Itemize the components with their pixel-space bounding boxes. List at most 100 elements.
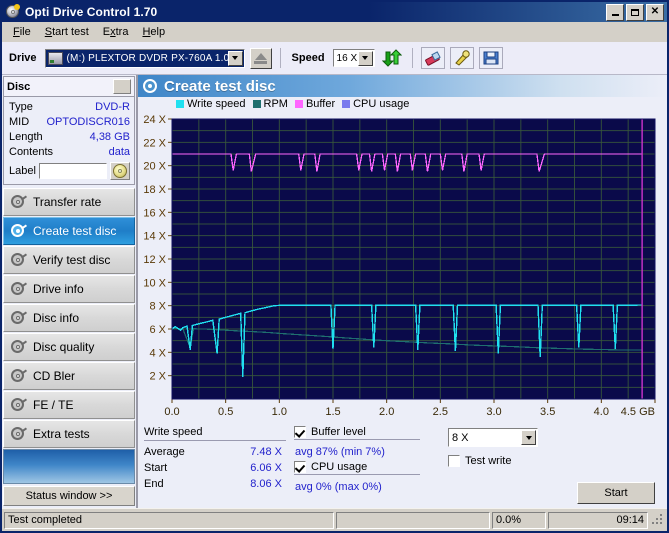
- buffer-level-checkbox-row[interactable]: Buffer level: [294, 426, 426, 438]
- minimize-button[interactable]: [606, 3, 624, 21]
- chart-container: 2 X 4 X 6 X 8 X 10 X 12 X 14 X 16 X 18 X 20 X 22 X…: [138, 111, 667, 424]
- start-button[interactable]: Start: [577, 482, 655, 504]
- result-key: End: [144, 478, 164, 490]
- disc-label-browse-button[interactable]: [110, 162, 130, 180]
- test-write-checkbox[interactable]: [448, 455, 460, 467]
- sidebar-item-label: Transfer rate: [33, 195, 102, 209]
- test-write-checkbox-row[interactable]: Test write: [448, 455, 661, 467]
- close-button[interactable]: ✕: [646, 3, 664, 21]
- cpu-usage-label: CPU usage: [311, 461, 368, 473]
- disc-label-caption: Label: [9, 165, 36, 177]
- buffer-cpu-results: Buffer level avg 87% (min 7%) CPU usage …: [292, 426, 426, 508]
- main-header: Create test disc: [138, 75, 667, 97]
- sidebar-item-extra-tests[interactable]: Extra tests: [3, 420, 135, 448]
- disc-icon: [10, 397, 28, 413]
- disc-row-type: Type DVD-R: [9, 100, 130, 115]
- tools-button[interactable]: [449, 47, 474, 69]
- result-row-end: End 8.06 X: [144, 476, 292, 492]
- write-speed-chart: 2 X 4 X 6 X 8 X 10 X 12 X 14 X 16 X 18 X 20 X 22 X…: [143, 114, 656, 418]
- refresh-icon: [381, 49, 402, 67]
- sidebar-item-fe-te[interactable]: FE / TE: [3, 391, 135, 419]
- write-speed-select[interactable]: 8 X: [448, 428, 538, 447]
- sidebar-item-transfer-rate[interactable]: Transfer rate: [3, 188, 135, 216]
- result-key: Average: [144, 446, 185, 458]
- cpu-usage-checkbox[interactable]: [294, 461, 306, 473]
- mini-disc-icon: [113, 164, 127, 178]
- sidebar-item-create-test-disc[interactable]: Create test disc: [3, 217, 135, 245]
- eject-icon: [254, 52, 268, 64]
- status-progress-bar: [336, 511, 490, 529]
- svg-text:16 X: 16 X: [143, 207, 166, 219]
- disc-mid-label: MID: [9, 116, 30, 128]
- disc-icon: [10, 368, 28, 384]
- disc-panel-title: Disc: [7, 80, 31, 93]
- disc-row-length: Length 4,38 GB: [9, 130, 130, 145]
- sidebar-item-label: Extra tests: [33, 427, 90, 441]
- sidebar-item-disc-quality[interactable]: Disc quality: [3, 333, 135, 361]
- sidebar-item-label: Drive info: [33, 282, 84, 296]
- sidebar-filler: [3, 449, 135, 484]
- svg-text:4 X: 4 X: [149, 347, 166, 359]
- drive-select[interactable]: (M:) PLEXTOR DVDR PX-760A 1.07: [44, 48, 245, 68]
- result-value: 8.06 X: [250, 478, 282, 490]
- sidebar-item-verify-test-disc[interactable]: Verify test disc: [3, 246, 135, 274]
- divider: [294, 439, 420, 440]
- drive-select-chevron-down-icon[interactable]: [227, 50, 243, 66]
- speed-label: Speed: [291, 52, 325, 64]
- result-row-start: Start 6.06 X: [144, 460, 292, 476]
- write-options: 8 X Test write Start: [426, 426, 661, 508]
- save-button[interactable]: [478, 47, 503, 69]
- cpu-usage-checkbox-row[interactable]: CPU usage: [294, 461, 426, 473]
- cpu-stat: avg 0% (max 0%): [295, 481, 382, 493]
- disc-label-input[interactable]: [38, 163, 107, 179]
- result-row-average: Average 7.48 X: [144, 444, 292, 460]
- sidebar-item-cd-bler[interactable]: CD Bler: [3, 362, 135, 390]
- disc-row-contents: Contents data: [9, 145, 130, 160]
- title-bar: Opti Drive Control 1.70 ✕: [2, 2, 667, 22]
- svg-text:2 X: 2 X: [149, 371, 166, 383]
- sidebar-item-drive-info[interactable]: Drive info: [3, 275, 135, 303]
- speed-select-chevron-down-icon[interactable]: [357, 50, 373, 66]
- svg-text:12 X: 12 X: [143, 254, 166, 266]
- sidebar-item-disc-info[interactable]: Disc info: [3, 304, 135, 332]
- app-window: Opti Drive Control 1.70 ✕ File Start tes…: [0, 0, 669, 533]
- disc-row-mid: MID OPTODISCR016: [9, 115, 130, 130]
- window-title: Opti Drive Control 1.70: [25, 5, 158, 19]
- write-speed-chevron-down-icon[interactable]: [521, 430, 536, 445]
- svg-text:22 X: 22 X: [143, 137, 166, 149]
- close-icon: ✕: [650, 6, 660, 17]
- status-window-button[interactable]: Status window >>: [3, 486, 135, 506]
- menu-bar: File Start test Extra Help: [2, 22, 667, 42]
- tools-icon: [454, 50, 470, 66]
- write-speed-select-value: 8 X: [452, 431, 469, 444]
- disc-panel-refresh-button[interactable]: [113, 79, 131, 94]
- save-icon: [483, 51, 499, 65]
- sidebar-item-label: Disc quality: [33, 340, 95, 354]
- disc-panel-header: Disc: [4, 77, 134, 97]
- svg-text:24 X: 24 X: [143, 114, 166, 126]
- menu-start-test-rest: tart test: [52, 25, 89, 38]
- chart-legend: Write speed RPM Buffer CPU usage: [138, 97, 667, 111]
- buffer-stat: avg 87% (min 7%): [295, 446, 385, 458]
- buffer-level-checkbox[interactable]: [294, 426, 306, 438]
- resize-grip[interactable]: [651, 513, 665, 527]
- refresh-button[interactable]: [380, 47, 404, 69]
- disc-info-rows: Type DVD-R MID OPTODISCR016 Length 4,38 …: [4, 97, 134, 184]
- speed-select[interactable]: 16 X: [332, 49, 375, 67]
- menu-start-test[interactable]: Start test: [38, 24, 96, 40]
- drive-label: Drive: [9, 52, 37, 64]
- menu-file[interactable]: File: [6, 24, 38, 40]
- menu-help[interactable]: Help: [135, 24, 172, 40]
- menu-extra[interactable]: Extra: [96, 24, 136, 40]
- legend-item-rpm: RPM: [252, 98, 288, 110]
- window-controls: ✕: [606, 3, 665, 21]
- disc-icon: [10, 281, 28, 297]
- maximize-button[interactable]: [626, 3, 644, 21]
- svg-text:10 X: 10 X: [143, 277, 166, 289]
- sidebar-item-label: Disc info: [33, 311, 80, 325]
- write-speed-results: Write speed Average 7.48 X Start 6.06 X …: [142, 426, 292, 508]
- eject-button[interactable]: [249, 47, 272, 69]
- create-test-disc-icon: [142, 78, 158, 94]
- disc-length-label: Length: [9, 131, 43, 143]
- erase-button[interactable]: [420, 47, 445, 69]
